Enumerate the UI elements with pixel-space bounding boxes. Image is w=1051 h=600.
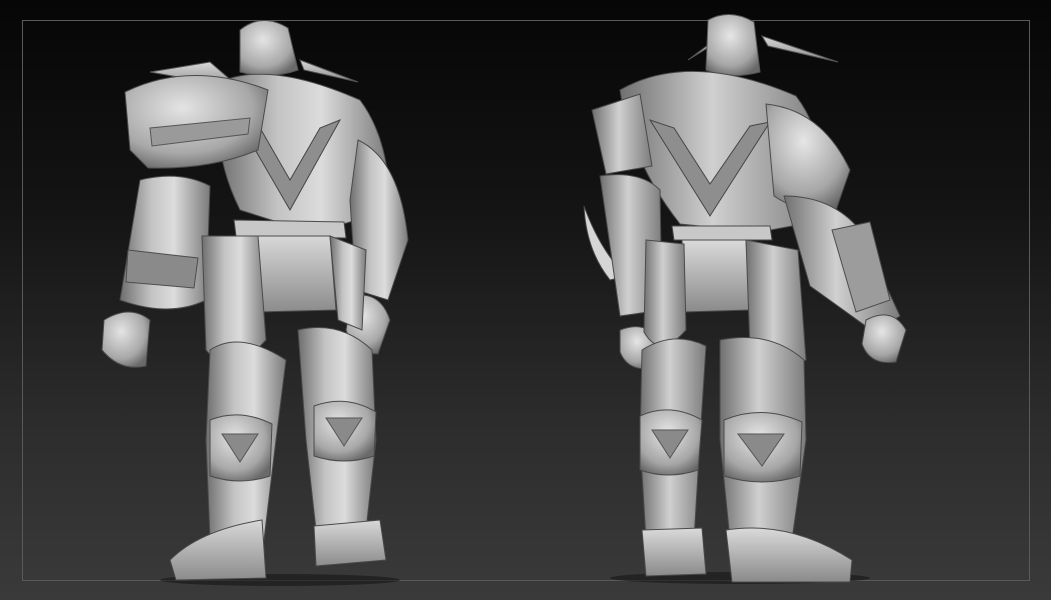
far-hip-armor <box>643 239 687 346</box>
right-boot <box>313 519 387 567</box>
horn-lower <box>760 35 839 63</box>
armored-character-back-three-quarter-view <box>583 14 907 584</box>
helmet <box>705 14 761 76</box>
back-tasset <box>681 239 751 313</box>
helmet <box>239 20 299 76</box>
near-hand <box>861 314 907 364</box>
left-arm <box>119 175 211 310</box>
near-boot <box>725 527 853 583</box>
armored-character-back-view <box>101 20 409 586</box>
sculpt-viewport[interactable] <box>0 0 1051 600</box>
belt <box>671 225 773 241</box>
back-tasset <box>253 235 337 313</box>
far-boot <box>641 527 707 577</box>
left-hand <box>101 311 151 368</box>
right-hip-armor <box>329 235 367 331</box>
belt <box>233 219 347 239</box>
right-horn <box>299 59 359 83</box>
near-pauldron <box>765 103 851 212</box>
